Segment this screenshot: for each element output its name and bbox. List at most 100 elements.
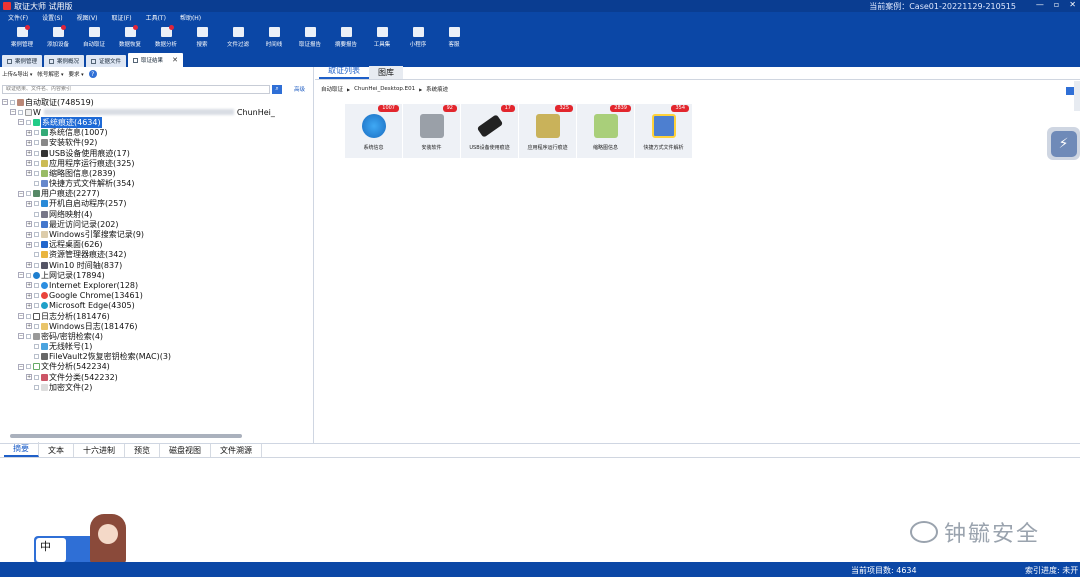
expand-icon[interactable]: +	[26, 170, 32, 177]
tree-checkbox[interactable]	[34, 232, 39, 238]
tree-checkbox[interactable]	[26, 272, 31, 278]
tab-hex[interactable]: 十六进制	[74, 444, 125, 457]
horizontal-scrollbar[interactable]	[10, 434, 242, 438]
card-thumbnail-info[interactable]: 2839 缩略图信息	[577, 104, 634, 158]
collapse-icon[interactable]: −	[18, 190, 24, 197]
tab-disk-view[interactable]: 磁盘视图	[160, 444, 211, 457]
account-decrypt-dropdown[interactable]: 帐号解密	[37, 70, 63, 78]
floating-assistant-button[interactable]: ⚡	[1047, 127, 1080, 160]
upload-export-dropdown[interactable]: 上传&导出	[2, 70, 32, 78]
toolset-button[interactable]: 工具集	[364, 23, 400, 53]
summary-report-button[interactable]: 摘要报告	[328, 23, 364, 53]
tab-summary[interactable]: 摘要	[4, 442, 39, 457]
tab-case-overview[interactable]: 案例概况	[44, 55, 85, 67]
tree-node[interactable]: − W ChunHei_	[2, 107, 314, 117]
tree-checkbox[interactable]	[26, 119, 31, 125]
expand-icon[interactable]: +	[26, 129, 32, 136]
menu-forensics[interactable]: 取证(F)	[103, 13, 137, 22]
tree-checkbox[interactable]	[34, 384, 39, 390]
tree-checkbox[interactable]	[34, 344, 39, 350]
tab-case-management[interactable]: 案例管理	[2, 55, 43, 67]
card-system-info[interactable]: 1007 系统信息	[345, 104, 402, 158]
tree-node[interactable]: + 应用程序运行痕迹(325)	[2, 158, 314, 168]
expand-icon[interactable]: +	[26, 374, 32, 381]
tree-checkbox[interactable]	[34, 242, 39, 248]
tree-node[interactable]: + Windows日志(181476)	[2, 321, 314, 331]
expand-icon[interactable]: +	[26, 200, 32, 207]
grid-view-icon[interactable]	[1066, 87, 1074, 95]
tree-node[interactable]: + 系统信息(1007)	[2, 128, 314, 138]
tree-node[interactable]: − 密码/密钥检索(4)	[2, 331, 314, 341]
tree-search-input[interactable]	[2, 84, 270, 94]
tab-forensics-results[interactable]: 取证结果 ✕	[128, 53, 183, 67]
input-method-mascot[interactable]: 中	[34, 514, 126, 564]
tree-node[interactable]: 加密文件(2)	[2, 382, 314, 392]
timeline-button[interactable]: 时间线	[256, 23, 292, 53]
breadcrumb-item[interactable]: 自动取证	[321, 85, 343, 93]
tree-node[interactable]: 资源管理器痕迹(342)	[2, 250, 314, 260]
collapse-icon[interactable]: −	[18, 119, 24, 126]
breadcrumb-item[interactable]: 系统痕迹	[426, 85, 448, 93]
file-filter-button[interactable]: 文件过滤	[220, 23, 256, 53]
card-app-run-trace[interactable]: 325 应用程序运行痕迹	[519, 104, 576, 158]
close-icon[interactable]: ✕	[1069, 0, 1076, 9]
forensics-report-button[interactable]: 取证报告	[292, 23, 328, 53]
collapse-icon[interactable]: −	[18, 272, 24, 279]
tree-checkbox[interactable]	[26, 191, 31, 197]
menu-help[interactable]: 帮助(H)	[172, 13, 207, 22]
maximize-icon[interactable]: ▫	[1054, 0, 1059, 9]
tree-node[interactable]: + 远程桌面(626)	[2, 240, 314, 250]
tree-checkbox[interactable]	[34, 374, 39, 380]
tab-file-trace[interactable]: 文件溯源	[211, 444, 262, 457]
data-analysis-button[interactable]: 数据分析	[148, 23, 184, 53]
menu-file[interactable]: 文件(F)	[0, 13, 34, 22]
expand-icon[interactable]: +	[26, 160, 32, 167]
tree-node[interactable]: + Win10 时间轴(837)	[2, 260, 314, 270]
tree-checkbox[interactable]	[34, 211, 39, 217]
collapse-icon[interactable]: −	[10, 109, 16, 116]
ime-mode-label[interactable]: 中	[36, 538, 66, 562]
tree-node[interactable]: + 安装软件(92)	[2, 138, 314, 148]
tree-checkbox[interactable]	[34, 130, 39, 136]
tree-checkbox[interactable]	[10, 99, 15, 105]
tree-node[interactable]: + Google Chrome(13461)	[2, 291, 314, 301]
advanced-search-link[interactable]: 高级	[294, 85, 305, 93]
collapse-icon[interactable]: −	[18, 313, 24, 320]
menu-view[interactable]: 视图(V)	[69, 13, 104, 22]
card-shortcut-parse[interactable]: 354 快捷方式文件解析	[635, 104, 692, 158]
help-icon[interactable]: ?	[88, 70, 97, 78]
tree-checkbox[interactable]	[34, 282, 39, 288]
tree-checkbox[interactable]	[34, 140, 39, 146]
tab-gallery[interactable]: 图库	[369, 66, 403, 79]
tree-node[interactable]: − 日志分析(181476)	[2, 311, 314, 321]
expand-icon[interactable]: +	[26, 150, 32, 157]
tree-checkbox[interactable]	[34, 293, 39, 299]
tree-node[interactable]: + USB设备使用痕迹(17)	[2, 148, 314, 158]
tree-node[interactable]: 快捷方式文件解析(354)	[2, 179, 314, 189]
tree-checkbox[interactable]	[34, 201, 39, 207]
card-usb-trace[interactable]: 17 USB设备使用痕迹	[461, 104, 518, 158]
customer-service-button[interactable]: 客服	[436, 23, 472, 53]
expand-icon[interactable]: +	[26, 262, 32, 269]
tree-node[interactable]: 网络映射(4)	[2, 209, 314, 219]
tree-node[interactable]: + 最近访问记录(202)	[2, 219, 314, 229]
tree-checkbox[interactable]	[34, 181, 39, 187]
card-installed-software[interactable]: 92 安装软件	[403, 104, 460, 158]
tab-preview[interactable]: 预览	[125, 444, 160, 457]
data-recovery-button[interactable]: 数据恢复	[112, 23, 148, 53]
expand-icon[interactable]: +	[26, 282, 32, 289]
tree-node[interactable]: − 自动取证(748519)	[2, 97, 314, 107]
tab-text[interactable]: 文本	[39, 444, 74, 457]
requirement-dropdown[interactable]: 要求	[69, 70, 84, 78]
tree-checkbox[interactable]	[34, 160, 39, 166]
tree-node[interactable]: + 开机自启动程序(257)	[2, 199, 314, 209]
tab-forensics-list[interactable]: 取证列表	[319, 64, 369, 79]
tree-checkbox[interactable]	[34, 150, 39, 156]
tree-checkbox[interactable]	[34, 323, 39, 329]
tree-checkbox[interactable]	[34, 221, 39, 227]
tab-evidence-files[interactable]: 证据文件	[86, 55, 127, 67]
tree-checkbox[interactable]	[26, 313, 31, 319]
minimize-icon[interactable]: —	[1036, 0, 1044, 9]
auto-forensics-button[interactable]: 自动取证	[76, 23, 112, 53]
side-collapse-handle[interactable]	[1074, 81, 1080, 111]
